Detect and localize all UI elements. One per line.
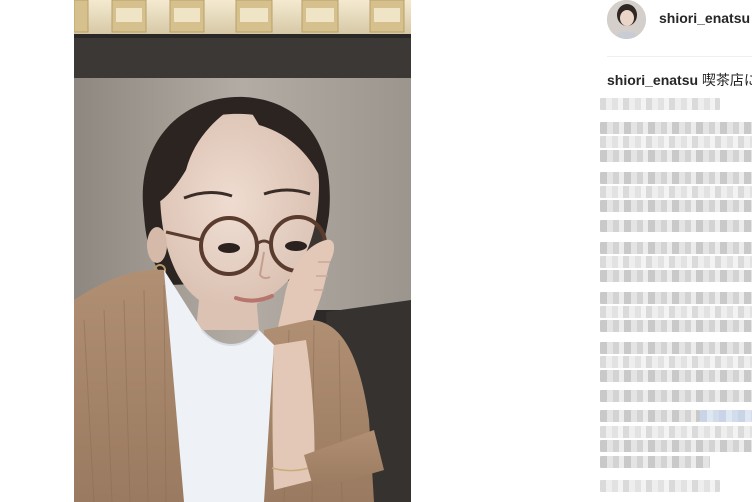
obscured-caption-text bbox=[600, 92, 752, 502]
post-photo[interactable] bbox=[74, 0, 411, 502]
post-side-panel: shiori_enatsu shiori_enatsu 喫茶店に bbox=[600, 0, 752, 502]
caption-username[interactable]: shiori_enatsu bbox=[607, 72, 698, 88]
post-header: shiori_enatsu bbox=[600, 0, 752, 39]
header-divider bbox=[607, 56, 752, 57]
caption: shiori_enatsu 喫茶店に bbox=[607, 70, 752, 90]
caption-text: 喫茶店に bbox=[701, 72, 752, 88]
post-photo-image bbox=[74, 0, 411, 502]
avatar-image bbox=[607, 0, 646, 39]
avatar[interactable] bbox=[607, 0, 646, 39]
post-username[interactable]: shiori_enatsu bbox=[659, 10, 750, 26]
